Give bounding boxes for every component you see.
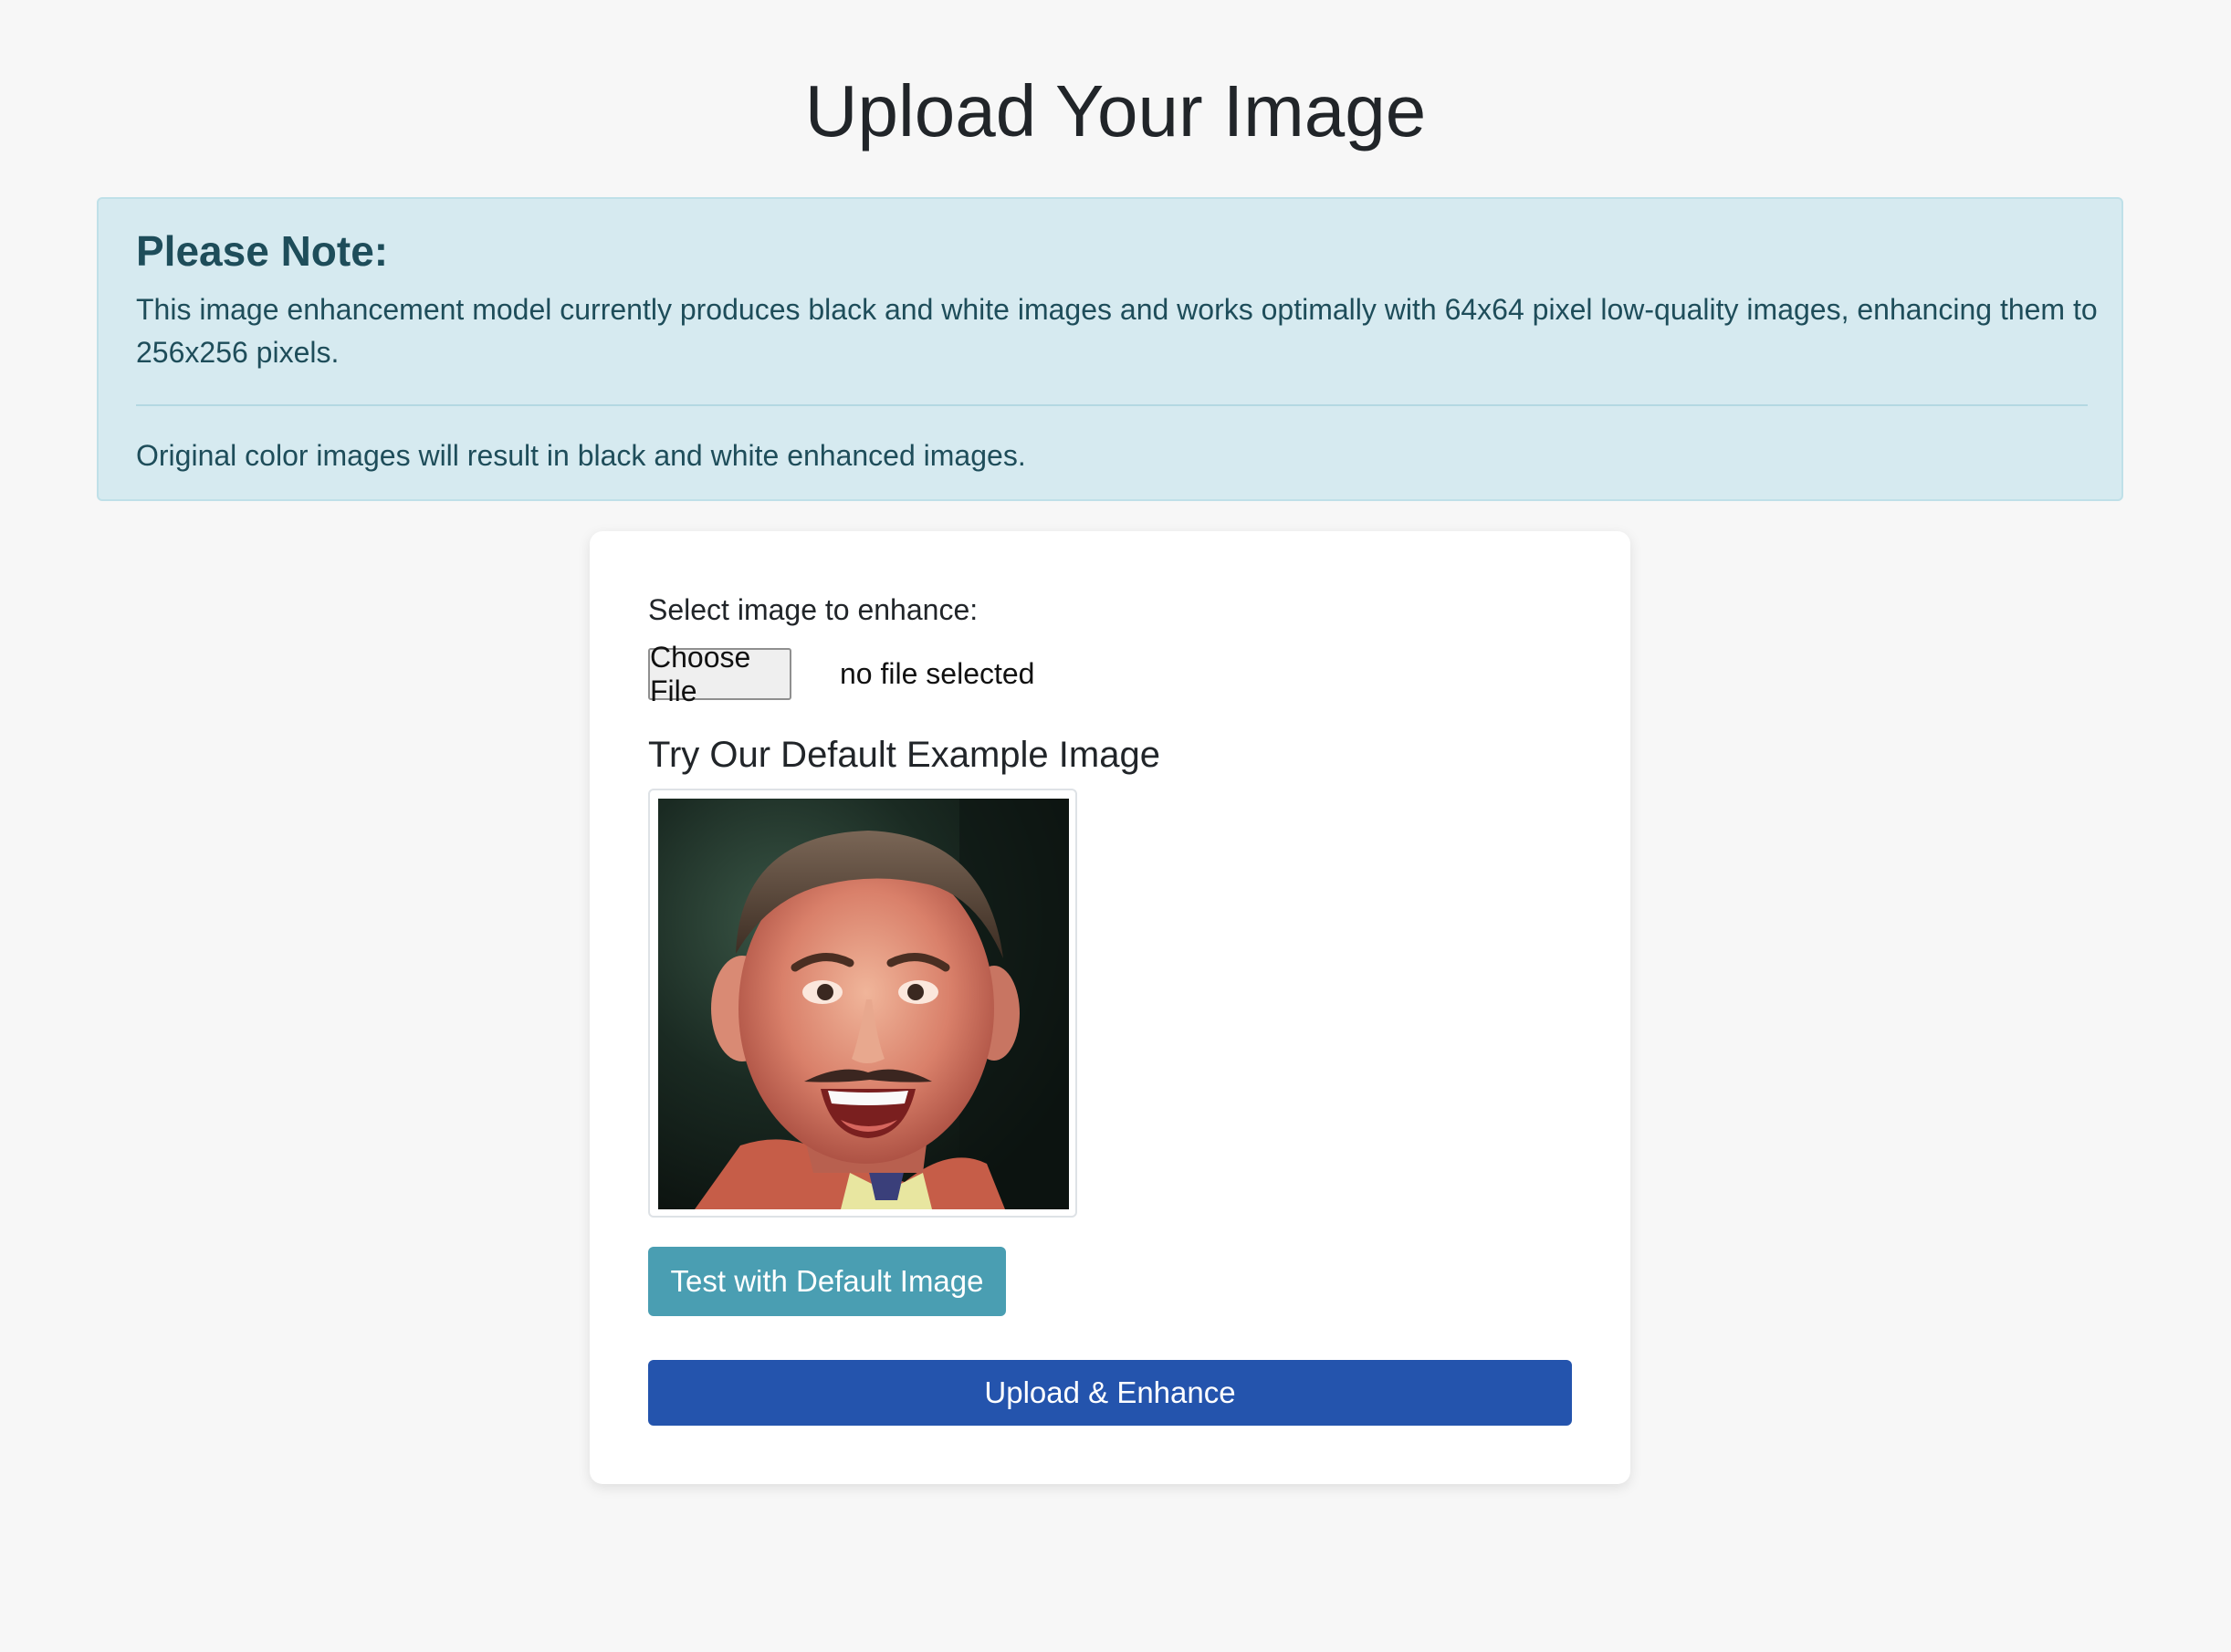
choose-file-button[interactable]: Choose File xyxy=(648,641,791,707)
note-divider xyxy=(136,404,2088,406)
test-default-image-button[interactable]: Test with Default Image xyxy=(648,1247,1006,1316)
note-description: This image enhancement model currently p… xyxy=(136,293,2098,369)
upload-card: Select image to enhance: Choose File no … xyxy=(590,531,1630,1484)
example-image-heading: Try Our Default Example Image xyxy=(648,735,1160,775)
select-image-label: Select image to enhance: xyxy=(648,593,979,626)
note-alert: Please Note: This image enhancement mode… xyxy=(97,197,2123,501)
example-image-frame xyxy=(648,789,1077,1218)
note-heading: Please Note: xyxy=(136,227,389,275)
portrait-photo-icon xyxy=(658,799,1069,1209)
upload-enhance-button[interactable]: Upload & Enhance xyxy=(648,1360,1572,1426)
file-status-text: no file selected xyxy=(840,657,1035,690)
page-title: Upload Your Image xyxy=(804,70,1427,152)
note-color-warning: Original color images will result in bla… xyxy=(136,439,1026,472)
example-portrait-image xyxy=(658,799,1069,1209)
